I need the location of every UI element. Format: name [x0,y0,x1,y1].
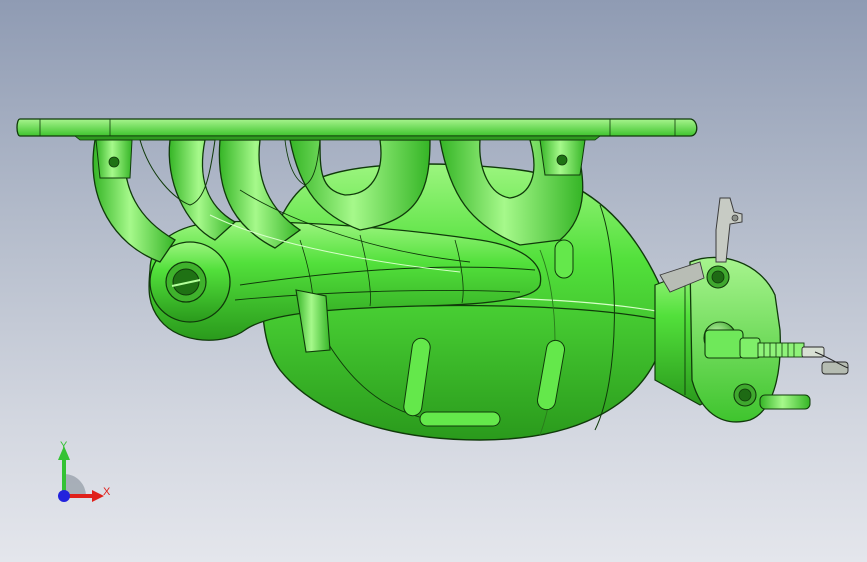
model-scene[interactable] [0,0,867,562]
head-flange[interactable] [16,118,698,141]
z-axis-dot [58,490,70,502]
triad-graphic [58,446,104,502]
x-axis-label: X [103,486,111,498]
axis-triad: Y X [46,438,126,508]
3d-viewport[interactable]: Y X [0,0,867,562]
y-axis-label: Y [60,440,68,452]
sensor-thread [757,342,805,358]
